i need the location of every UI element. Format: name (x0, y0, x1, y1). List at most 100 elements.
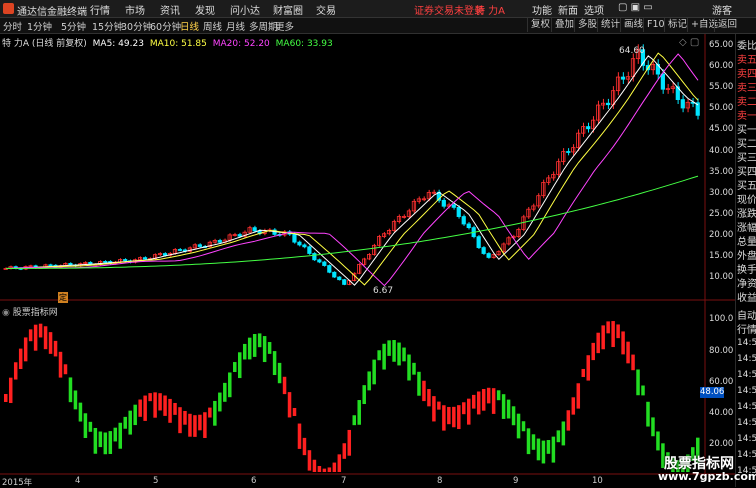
tick-time: 14:50 (737, 338, 756, 348)
indicator-bar (486, 387, 491, 404)
candle-body (302, 244, 307, 248)
indicator-bar (58, 351, 63, 378)
indicator-bar (442, 405, 446, 431)
indicator-bar (198, 414, 202, 431)
candle-body (142, 257, 148, 260)
tick-time: 14:50 (737, 354, 756, 364)
candle-body (252, 227, 257, 232)
tick-time: 14:50 (737, 450, 756, 460)
candle-body (466, 223, 471, 229)
price-tick: 40.00 (709, 146, 734, 156)
indicator-bar (541, 440, 546, 464)
price-tick: 10.00 (709, 272, 734, 282)
indicator-bar (462, 402, 466, 415)
tick-time: 14:50 (737, 418, 756, 428)
indicator-bar (183, 410, 187, 425)
indicator-bar (302, 437, 307, 456)
indicator-bar (591, 342, 595, 361)
candle-body (297, 241, 302, 246)
indicator-bar (208, 407, 212, 418)
indicator-bar (252, 334, 257, 357)
indicator-bar (88, 421, 93, 432)
quote-item: 买三 (737, 153, 756, 164)
indicator-bar (471, 394, 476, 409)
indicator-bar (511, 406, 516, 426)
candle-body (237, 234, 242, 237)
indicator-bar (332, 462, 337, 472)
auto-label[interactable]: 自动 (737, 307, 756, 322)
indicator-bar (581, 368, 586, 378)
quote-item: 卖三 (737, 83, 756, 94)
indicator-bar (218, 392, 222, 412)
ma20-label: MA20: 52.20 (212, 39, 270, 49)
indicator-bar (536, 438, 541, 461)
candle-body (566, 151, 571, 153)
indicator-bar (437, 401, 441, 410)
ma10-line (5, 52, 699, 286)
indicator-bar (526, 428, 531, 455)
tick-time: 14:50 (737, 434, 756, 444)
quote-item: 卖一 (737, 111, 756, 122)
indicator-bar (496, 390, 501, 401)
price-tick: 45.00 (709, 124, 734, 134)
indicator-bar (551, 436, 556, 463)
indicator-bar (272, 351, 277, 376)
indicator-bar (123, 416, 127, 429)
indicator-bar (372, 359, 376, 385)
indicator-bar (521, 421, 526, 432)
indicator-bar (8, 377, 13, 404)
indicator-bar (53, 340, 58, 357)
high-price-label: 64.60 (619, 46, 645, 56)
quote-item: 买二 (737, 139, 756, 150)
indicator-bar (382, 343, 386, 370)
indicator-bar (571, 397, 576, 415)
tick-time: 14:50 (737, 402, 756, 412)
indicator-bar (68, 377, 73, 403)
indicator-bar (103, 432, 108, 455)
indicator-bar (143, 395, 147, 421)
indicator-bar (417, 371, 421, 396)
quote-label[interactable]: 行情 (737, 321, 756, 336)
indicator-bar (586, 355, 590, 381)
ma-legend: 特 力A (日线 前复权) MA5: 49.23 MA10: 51.85 MA2… (2, 36, 336, 49)
indicator-bar (596, 332, 600, 354)
indicator-bar (48, 332, 53, 354)
indicator-bar (621, 331, 625, 355)
quote-item: 涨幅 (737, 223, 756, 234)
date-tick: 10 (592, 476, 603, 486)
indicator-bar (322, 468, 327, 472)
indicator-bar (626, 341, 630, 364)
indicator-bar (237, 352, 242, 379)
indicator-bar (491, 388, 496, 414)
candle-body (292, 233, 297, 243)
indicator-bar (18, 348, 23, 369)
indicator-bar (367, 371, 371, 391)
indicator-bar (228, 372, 232, 398)
date-tick: 7 (341, 476, 347, 486)
tick-time: 14:50 (737, 386, 756, 396)
indicator-bar (257, 333, 262, 348)
quote-item: 外盘 (737, 251, 756, 262)
indicator-bar (98, 431, 103, 448)
kline-chart[interactable] (0, 0, 756, 487)
indicator-bar (292, 407, 297, 417)
indicator-bar (606, 321, 610, 334)
indicator-toggle-icon[interactable]: ◉ (2, 308, 10, 318)
candle-body (486, 253, 491, 258)
indicator-bar (193, 415, 197, 437)
indicator-bar (138, 399, 142, 417)
quote-item: 买一 (737, 125, 756, 136)
indicator-bar (347, 429, 352, 456)
indicator-current-value: 48.06 (700, 387, 725, 398)
indicator-bar (651, 417, 655, 437)
event-badge[interactable]: 定 (58, 292, 68, 303)
candle-body (441, 199, 446, 207)
chart-settings-icon[interactable]: ◇ ▢ (679, 37, 699, 48)
candle-body (620, 76, 626, 80)
indicator-bar (556, 430, 561, 443)
indicator-bar (352, 415, 356, 426)
indicator-header: ◉ 股票指标网 (2, 305, 58, 318)
ma10-label: MA10: 51.85 (149, 39, 207, 49)
candle-body (123, 259, 128, 262)
indicator-bar (128, 410, 132, 435)
